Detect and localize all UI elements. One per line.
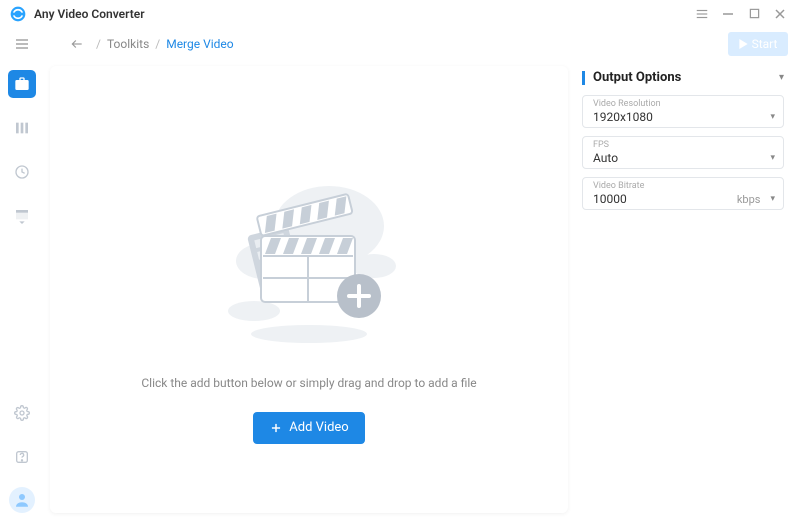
title-bar: Any Video Converter — [0, 0, 800, 28]
sidebar-item-help[interactable] — [8, 443, 36, 471]
plus-icon — [269, 421, 283, 435]
breadcrumb-sep: / — [155, 37, 160, 51]
close-icon[interactable] — [770, 4, 790, 24]
breadcrumb: / Toolkits / Merge Video — [96, 37, 234, 51]
chevron-down-icon: ▾ — [770, 153, 775, 163]
toolbar: / Toolkits / Merge Video Start — [0, 28, 800, 60]
output-options-title: Output Options — [593, 70, 779, 85]
play-icon — [739, 39, 748, 49]
video-resolution-label: Video Resolution — [593, 99, 775, 109]
sidebar-item-downloads[interactable] — [8, 202, 36, 230]
minimize-icon[interactable] — [718, 4, 738, 24]
app-title: Any Video Converter — [34, 7, 145, 21]
video-bitrate-value: 10000 — [593, 192, 737, 206]
video-bitrate-input[interactable]: Video Bitrate 10000 kbps ▾ — [582, 177, 784, 210]
accent-bar — [582, 71, 585, 85]
menu-icon[interactable] — [692, 4, 712, 24]
output-options-panel: Output Options ▾ Video Resolution 1920x1… — [578, 66, 790, 513]
sidebar-item-library[interactable] — [8, 114, 36, 142]
sidebar-item-history[interactable] — [8, 158, 36, 186]
collapse-icon[interactable]: ▾ — [779, 72, 784, 83]
breadcrumb-parent[interactable]: Toolkits — [107, 37, 149, 51]
chevron-down-icon: ▾ — [770, 112, 775, 122]
breadcrumb-current: Merge Video — [166, 37, 233, 51]
back-icon[interactable] — [68, 35, 86, 53]
fps-label: FPS — [593, 140, 775, 150]
main-panel: Click the add button below or simply dra… — [50, 66, 568, 513]
start-button-label: Start — [752, 37, 778, 51]
add-video-button[interactable]: Add Video — [253, 412, 364, 444]
add-video-label: Add Video — [289, 420, 348, 435]
sidebar — [0, 60, 44, 523]
empty-state-hint: Click the add button below or simply dra… — [141, 376, 476, 390]
video-bitrate-label: Video Bitrate — [593, 181, 775, 191]
fps-select[interactable]: FPS Auto ▾ — [582, 136, 784, 169]
video-bitrate-unit: kbps — [737, 193, 761, 206]
hamburger-icon[interactable] — [12, 34, 32, 54]
avatar[interactable] — [9, 487, 35, 513]
breadcrumb-sep: / — [96, 37, 101, 51]
video-resolution-select[interactable]: Video Resolution 1920x1080 ▾ — [582, 95, 784, 128]
chevron-down-icon: ▾ — [770, 194, 775, 204]
sidebar-item-toolkits[interactable] — [8, 70, 36, 98]
video-resolution-value: 1920x1080 — [593, 110, 770, 124]
start-button[interactable]: Start — [728, 32, 788, 56]
app-logo-icon — [10, 6, 26, 22]
fps-value: Auto — [593, 151, 770, 165]
output-options-header: Output Options ▾ — [582, 70, 784, 85]
sidebar-item-settings[interactable] — [8, 399, 36, 427]
maximize-icon[interactable] — [744, 4, 764, 24]
empty-state-illustration — [199, 166, 419, 346]
